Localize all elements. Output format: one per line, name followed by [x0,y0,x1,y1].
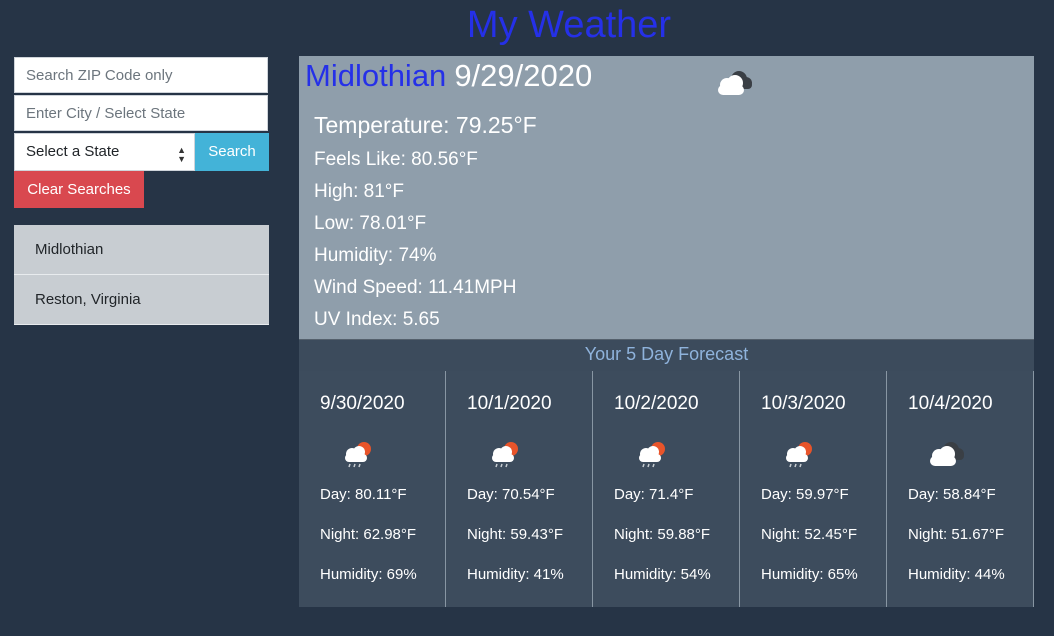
forecast-card: 10/1/2020 Day: 70.54°F Night: 59.43°F Hu… [446,371,593,607]
current-low: Low: 78.01°F [314,213,427,234]
forecast-card: 10/3/2020 Day: 59.97°F Night: 52.45°F Hu… [740,371,887,607]
current-feels-like: Feels Like: 80.56°F [314,149,478,170]
forecast-cards: 9/30/2020 Day: 80.11°F Night: 62.98°F Hu… [299,371,1034,607]
select-arrows-icon: ▲ ▼ [177,145,186,164]
current-wind-speed: Wind Speed: 11.41MPH [314,277,517,298]
zip-search-input[interactable] [14,57,268,93]
search-button[interactable]: Search [195,133,269,171]
state-select[interactable]: Select a State ▲ ▼ [14,133,195,171]
forecast-card: 9/30/2020 Day: 80.11°F Night: 62.98°F Hu… [299,371,446,607]
forecast-humidity: Humidity: 65% [761,566,858,583]
forecast-date: 9/30/2020 [320,393,405,414]
current-humidity: Humidity: 74% [314,245,437,266]
forecast-night-temp: Night: 59.43°F [467,526,564,543]
forecast-night-temp: Night: 59.88°F [614,526,711,543]
forecast-humidity: Humidity: 54% [614,566,711,583]
sidebar: Select a State ▲▼ Search Clear Searches … [14,57,269,325]
current-uv-index: UV Index: 5.65 [314,309,440,330]
history-item-reston[interactable]: Reston, Virginia [14,275,269,325]
current-header: Midlothian 9/29/2020 [305,58,592,94]
rain-sun-icon [345,442,371,468]
forecast-humidity: Humidity: 44% [908,566,1005,583]
current-weather-panel: Midlothian 9/29/2020 Temperature: 79.25°F… [299,56,1034,339]
forecast-day-temp: Day: 71.4°F [614,486,694,503]
clear-searches-button[interactable]: Clear Searches [14,171,144,208]
forecast-day-temp: Day: 58.84°F [908,486,996,503]
forecast-date: 10/1/2020 [467,393,552,414]
search-history: Midlothian Reston, Virginia [14,225,269,325]
forecast-card: 10/2/2020 Day: 71.4°F Night: 59.88°F Hum… [593,371,740,607]
forecast-heading: Your 5 Day Forecast [299,339,1034,371]
current-temperature: Temperature: 79.25°F [314,112,537,138]
rain-sun-icon [786,442,812,468]
cloudy-icon [930,442,964,466]
current-date: 9/29/2020 [454,58,593,93]
state-select-value: Select a State [26,143,120,160]
forecast-date: 10/2/2020 [614,393,699,414]
forecast-night-temp: Night: 62.98°F [320,526,417,543]
history-item-midlothian[interactable]: Midlothian [14,225,269,275]
forecast-day-temp: Day: 59.97°F [761,486,849,503]
forecast-humidity: Humidity: 41% [467,566,564,583]
current-city: Midlothian [305,58,447,93]
forecast-date: 10/4/2020 [908,393,993,414]
forecast-day-temp: Day: 70.54°F [467,486,555,503]
forecast-night-temp: Night: 52.45°F [761,526,858,543]
forecast-day-temp: Day: 80.11°F [320,486,407,503]
cloudy-icon [718,71,752,95]
rain-sun-icon [492,442,518,468]
app-title: My Weather [466,4,672,46]
rain-sun-icon [639,442,665,468]
forecast-humidity: Humidity: 69% [320,566,417,583]
forecast-night-temp: Night: 51.67°F [908,526,1005,543]
forecast-card: 10/4/2020 Day: 58.84°F Night: 51.67°F Hu… [887,371,1034,607]
city-search-input[interactable] [14,95,268,131]
current-high: High: 81°F [314,181,404,202]
state-search-row: Select a State ▲ ▼ Search [14,133,269,171]
forecast-date: 10/3/2020 [761,393,846,414]
